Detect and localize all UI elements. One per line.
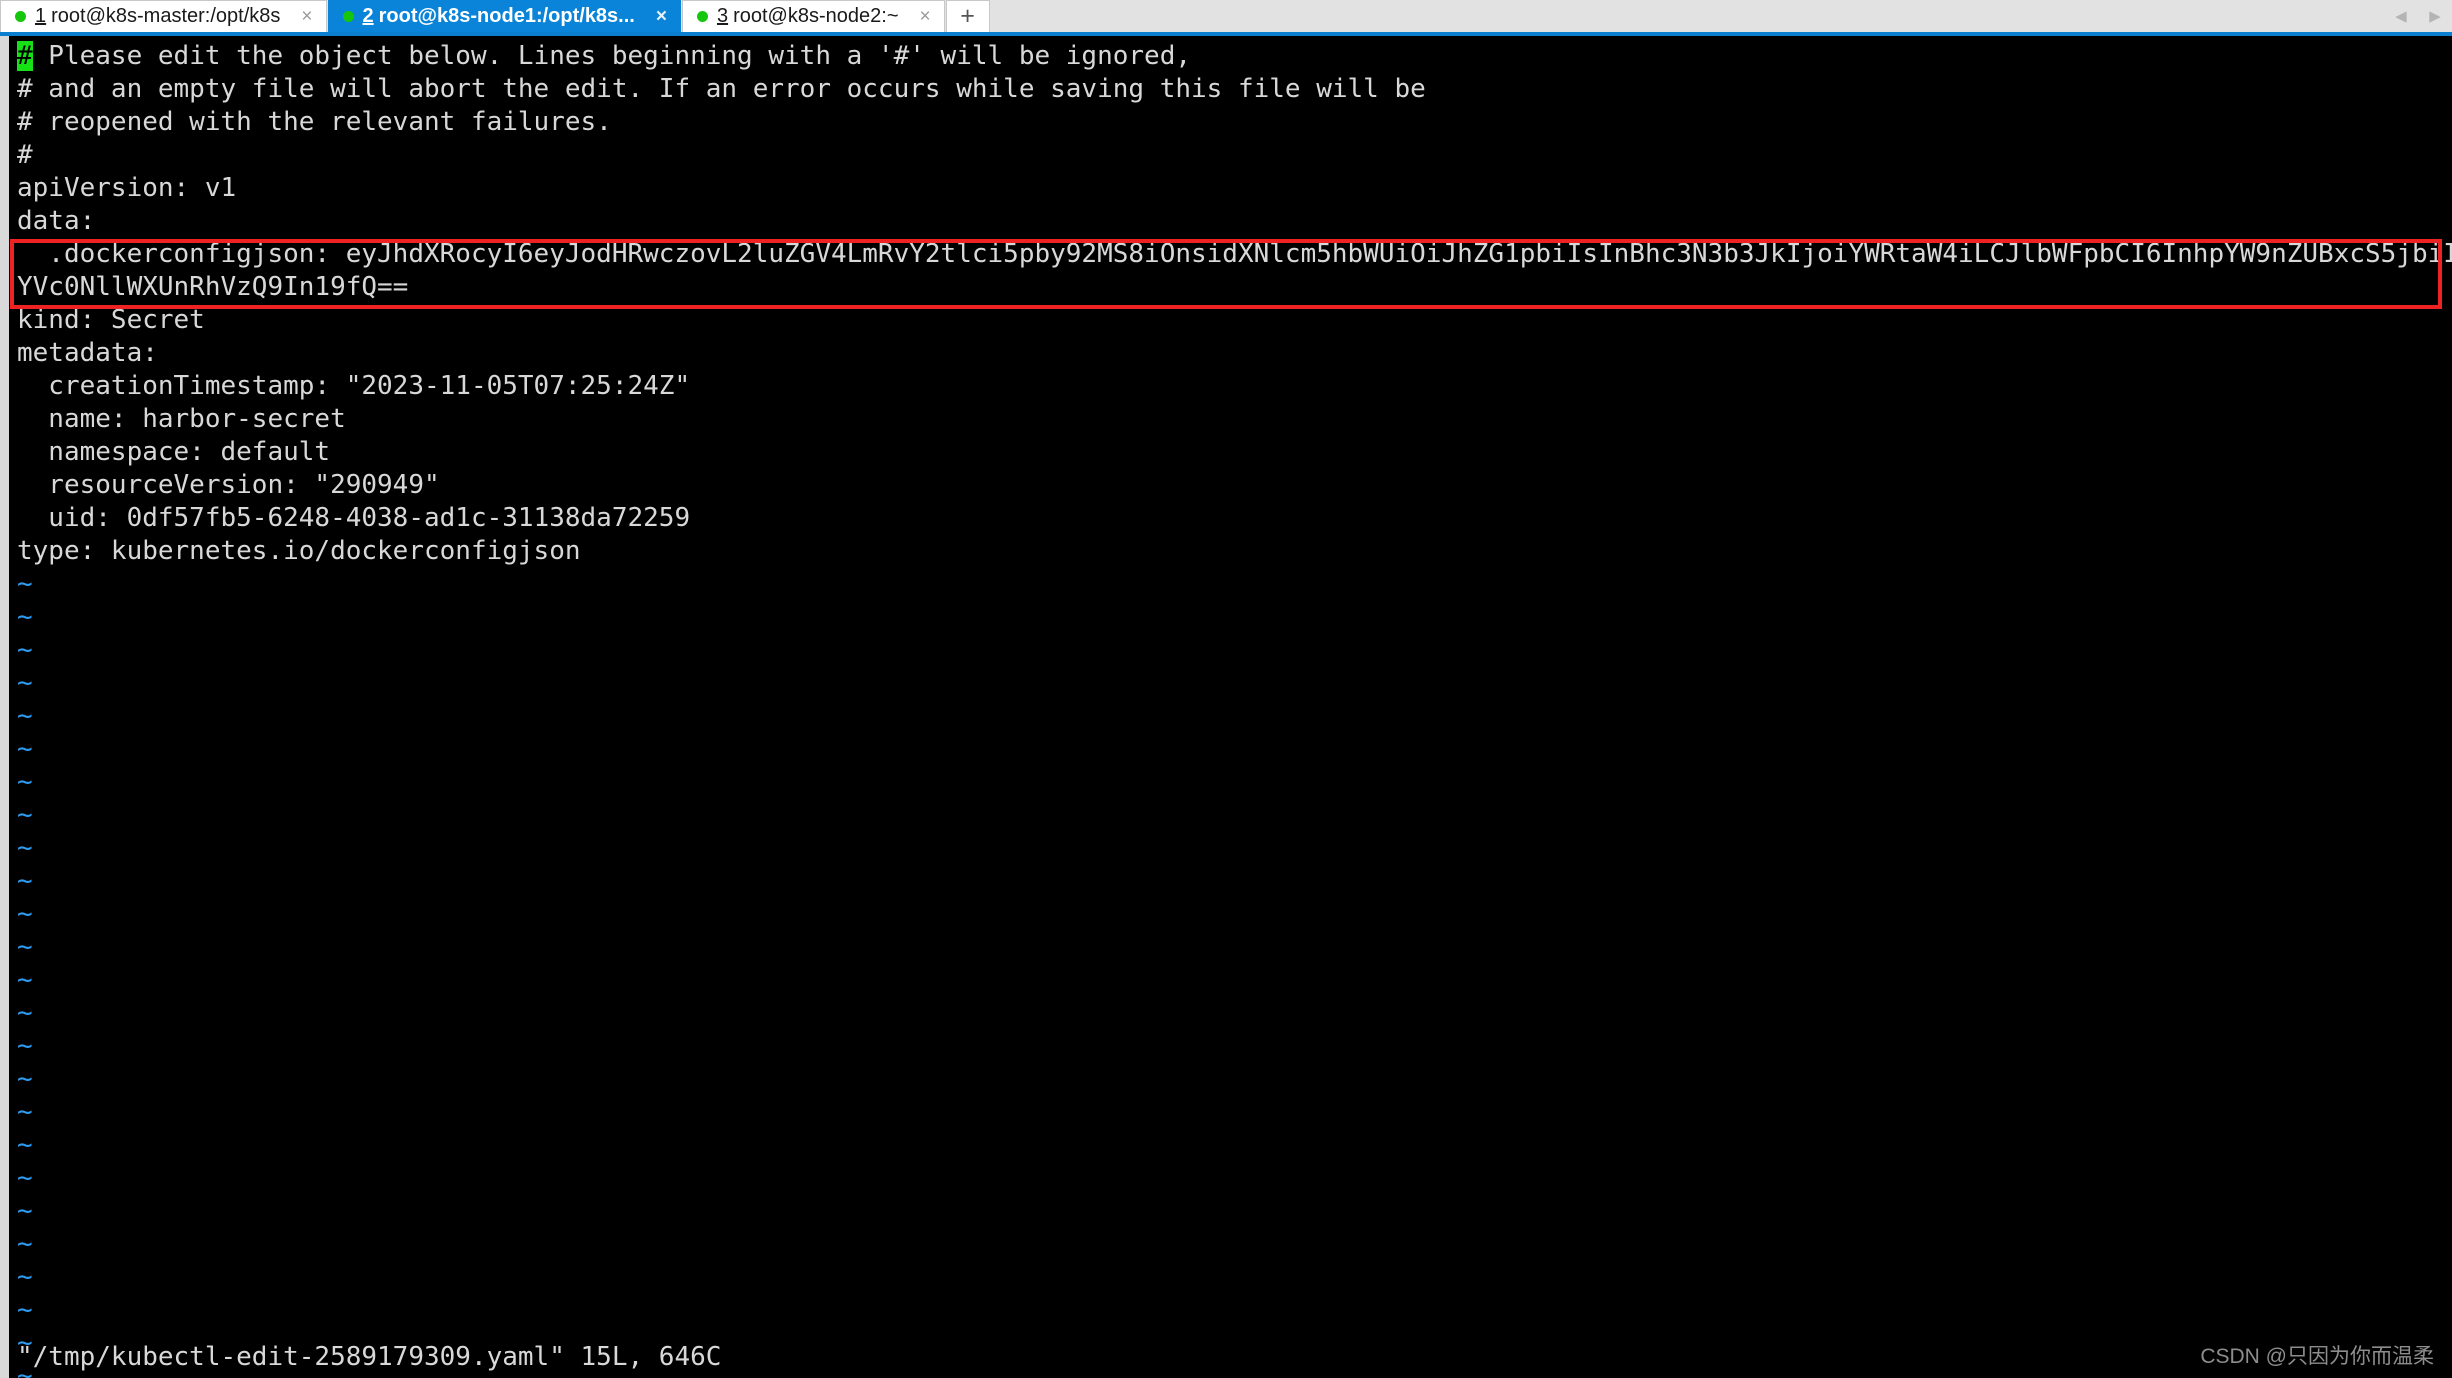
tab-2-close-icon[interactable]: × [649, 7, 674, 26]
terminal-line: kind: Secret [17, 305, 205, 335]
terminal-line: .dockerconfigjson: eyJhdXRocyI6eyJodHRwc… [48, 239, 2452, 269]
green-dot-icon [342, 11, 354, 22]
terminal-cursor: # [17, 41, 33, 71]
terminal-line: uid: 0df57fb5-6248-4038-ad1c-31138da7225… [17, 503, 691, 533]
tab-bar: 1 root@k8s-master:/opt/k8s × 2 root@k8s-… [0, 0, 2452, 36]
tab-2-label: root@k8s-node1:/opt/k8s... [378, 5, 635, 27]
terminal-line: data: [17, 206, 96, 236]
tab-3[interactable]: 3 root@k8s-node2:~ × [681, 0, 945, 32]
empty-line-marker: ~ [17, 569, 33, 599]
vim-status-line: "/tmp/kubectl-edit-2589179309.yaml" 15L,… [17, 1342, 722, 1372]
terminal-line: type: kubernetes.io/dockerconfigjson [17, 536, 581, 566]
tab-1-close-icon[interactable]: × [294, 7, 319, 26]
empty-line-marker: ~ [17, 1229, 33, 1259]
tab-2[interactable]: 2 root@k8s-node1:/opt/k8s... × [327, 0, 681, 32]
green-dot-icon [15, 11, 26, 22]
csdn-watermark: CSDN @只因为你而温柔 [2200, 1345, 2434, 1368]
green-dot-icon [696, 11, 708, 22]
tab-1-number: 1 [35, 5, 47, 27]
empty-line-marker: ~ [17, 1163, 33, 1193]
terminal-line: # Please edit the object below. Lines be… [17, 41, 1192, 71]
terminal-line: resourceVersion: "290949" [17, 470, 440, 500]
empty-line-marker: ~ [17, 866, 33, 896]
empty-line-marker: ~ [17, 602, 33, 632]
empty-line-marker: ~ [17, 1064, 33, 1094]
terminal-line: apiVersion: v1 [17, 173, 237, 203]
empty-line-marker: ~ [17, 932, 33, 962]
terminal-line: name: harbor-secret [17, 404, 346, 434]
terminal-line: # reopened with the relevant failures. [17, 107, 612, 137]
empty-line-marker: ~ [17, 1031, 33, 1061]
empty-line-marker: ~ [17, 734, 33, 764]
empty-line-marker: ~ [17, 1196, 33, 1226]
terminal-line: metadata: [17, 338, 158, 368]
tab-bar-spacer [990, 0, 2384, 32]
empty-line-marker: ~ [17, 701, 33, 731]
empty-line-marker: ~ [17, 1130, 33, 1160]
terminal-screen: # Please edit the object below. Lines be… [9, 36, 2452, 1378]
terminal-line: creationTimestamp: "2023-11-05T07:25:24Z… [17, 371, 691, 401]
empty-line-marker: ~ [17, 1097, 33, 1127]
terminal-line: YVc0NllWXUnRhVzQ9In19fQ== [17, 272, 409, 302]
tab-2-number: 2 [362, 5, 374, 27]
empty-line-marker: ~ [17, 767, 33, 797]
empty-line-marker: ~ [17, 965, 33, 995]
empty-line-marker: ~ [17, 1295, 33, 1325]
tab-1[interactable]: 1 root@k8s-master:/opt/k8s × [0, 0, 327, 32]
terminal-line: # [17, 140, 33, 170]
empty-line-marker: ~ [17, 635, 33, 665]
empty-line-marker: ~ [17, 1262, 33, 1292]
tab-1-label: root@k8s-master:/opt/k8s [51, 5, 281, 27]
terminal-pane[interactable]: # Please edit the object below. Lines be… [0, 36, 2452, 1378]
empty-line-marker: ~ [17, 899, 33, 929]
new-tab-button[interactable]: + [945, 0, 990, 32]
tab-3-label: root@k8s-node2:~ [733, 5, 899, 27]
empty-line-marker: ~ [17, 668, 33, 698]
terminal-line: # and an empty file will abort the edit.… [17, 74, 1426, 104]
terminal-line: namespace: default [17, 437, 331, 467]
tab-scroll-left-icon[interactable]: ◀ [2384, 0, 2418, 32]
tab-3-number: 3 [716, 5, 729, 27]
empty-line-marker: ~ [17, 998, 33, 1028]
empty-line-marker: ~ [17, 833, 33, 863]
tab-3-close-icon[interactable]: × [913, 7, 938, 26]
empty-line-marker: ~ [17, 800, 33, 830]
tab-scroll-right-icon[interactable]: ▶ [2418, 0, 2452, 32]
